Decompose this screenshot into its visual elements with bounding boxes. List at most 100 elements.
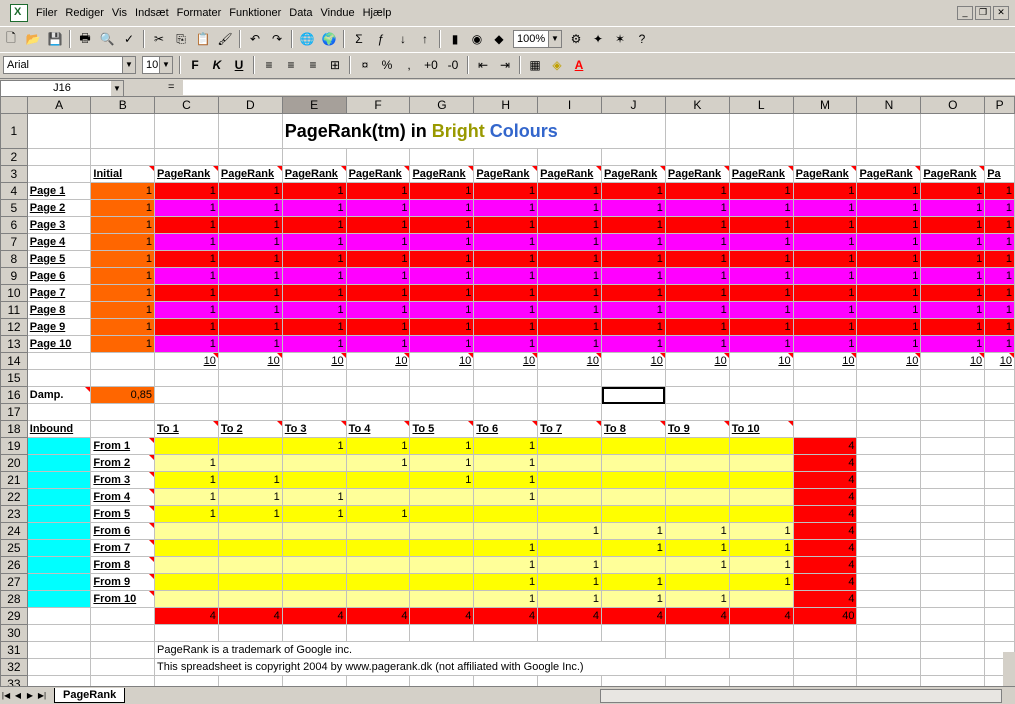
pagerank-value[interactable]: 1 xyxy=(281,318,347,336)
cell-c15[interactable] xyxy=(154,369,219,387)
cell-e16[interactable] xyxy=(281,386,347,404)
link-cell[interactable]: 1 xyxy=(601,522,666,540)
pagerank-value[interactable]: 1 xyxy=(601,199,666,217)
decrease-decimal-icon[interactable]: -0 xyxy=(444,56,462,74)
link-cell[interactable] xyxy=(473,505,539,523)
chevron-down-icon[interactable]: ▼ xyxy=(159,57,172,73)
link-cell[interactable] xyxy=(217,590,283,608)
pagerank-value[interactable]: 1 xyxy=(728,250,794,268)
cell-n26[interactable] xyxy=(856,556,922,574)
column-header-k[interactable]: K xyxy=(664,96,730,114)
pagerank-header[interactable]: PageRank xyxy=(920,165,986,183)
pagerank-header[interactable]: PageRank xyxy=(154,165,219,183)
format-painter-icon[interactable]: 🖌 xyxy=(216,30,234,48)
cell-k2[interactable] xyxy=(664,148,730,166)
pagerank-value[interactable]: 1 xyxy=(409,301,475,319)
row-total[interactable]: 4 xyxy=(792,454,858,472)
cell-o22[interactable] xyxy=(920,488,986,506)
link-cell[interactable] xyxy=(217,454,283,472)
pagerank-value[interactable]: 1 xyxy=(728,318,794,336)
cell-e30[interactable] xyxy=(281,624,347,642)
cell-p17[interactable] xyxy=(984,403,1015,421)
pagerank-value[interactable]: 1 xyxy=(345,284,411,302)
damp-label[interactable]: Damp. xyxy=(26,386,92,404)
column-header-a[interactable]: A xyxy=(26,96,92,114)
link-cell[interactable] xyxy=(154,437,219,455)
cell-n19[interactable] xyxy=(856,437,922,455)
cell-n1[interactable] xyxy=(856,113,922,149)
inbound-cell[interactable] xyxy=(26,505,92,523)
cell-n23[interactable] xyxy=(856,505,922,523)
col-total[interactable]: 4 xyxy=(281,607,347,625)
pagerank-value[interactable]: 1 xyxy=(664,301,730,319)
pagerank-value[interactable]: 1 xyxy=(856,284,922,302)
damp-value[interactable]: 0,85 xyxy=(90,386,156,404)
link-cell[interactable]: 1 xyxy=(281,437,347,455)
link-cell[interactable] xyxy=(728,471,794,489)
cell-j17[interactable] xyxy=(601,403,666,421)
cell-p30[interactable] xyxy=(984,624,1015,642)
pagerank-value[interactable]: 1 xyxy=(154,318,219,336)
restore-icon[interactable]: ❐ xyxy=(975,6,991,20)
cell-o16[interactable] xyxy=(920,386,986,404)
col-total[interactable]: 4 xyxy=(409,607,475,625)
from-label[interactable]: From 7 xyxy=(90,539,156,557)
cell-o26[interactable] xyxy=(920,556,986,574)
cut-icon[interactable]: ✂ xyxy=(150,30,168,48)
link-cell[interactable] xyxy=(409,522,475,540)
link-cell[interactable]: 1 xyxy=(409,471,475,489)
pagerank-value[interactable]: 1 xyxy=(154,182,219,200)
cell-m31[interactable] xyxy=(792,641,858,659)
link-cell[interactable] xyxy=(154,539,219,557)
link-cell[interactable] xyxy=(728,590,794,608)
cell-m17[interactable] xyxy=(792,403,858,421)
link-cell[interactable] xyxy=(664,471,730,489)
link-cell[interactable]: 1 xyxy=(473,454,539,472)
from-label[interactable]: From 4 xyxy=(90,488,156,506)
row-total[interactable]: 4 xyxy=(792,573,858,591)
cell-o15[interactable] xyxy=(920,369,986,387)
cell-p20[interactable] xyxy=(984,454,1015,472)
link-cell[interactable] xyxy=(281,522,347,540)
col-total[interactable]: 4 xyxy=(217,607,283,625)
pagerank-value[interactable]: 1 xyxy=(409,233,475,251)
pagerank-value[interactable]: 1 xyxy=(920,284,986,302)
link-cell[interactable]: 1 xyxy=(728,556,794,574)
link-cell[interactable]: 1 xyxy=(537,522,603,540)
link-cell[interactable] xyxy=(664,454,730,472)
link-cell[interactable]: 1 xyxy=(409,454,475,472)
link-cell[interactable]: 1 xyxy=(473,471,539,489)
row-header-1[interactable]: 1 xyxy=(0,113,28,149)
link-cell[interactable] xyxy=(345,573,411,591)
row-header-24[interactable]: 24 xyxy=(0,522,28,540)
pagerank-value[interactable]: 1 xyxy=(920,335,986,353)
cell-a14[interactable] xyxy=(26,352,92,370)
pagerank-value[interactable]: 1 xyxy=(281,301,347,319)
pagerank-value[interactable]: 1 xyxy=(154,335,219,353)
pagerank-value[interactable]: 1 xyxy=(856,216,922,234)
fill-color-icon[interactable]: ◈ xyxy=(548,56,566,74)
cell-p18[interactable] xyxy=(984,420,1015,438)
pagerank-value[interactable]: 1 xyxy=(409,335,475,353)
page-label[interactable]: Page 8 xyxy=(26,301,92,319)
link-cell[interactable] xyxy=(281,573,347,591)
pagerank-value[interactable]: 1 xyxy=(601,335,666,353)
cell-o29[interactable] xyxy=(920,607,986,625)
pagerank-value[interactable]: 1 xyxy=(281,284,347,302)
cell-i15[interactable] xyxy=(537,369,603,387)
page-label[interactable]: Page 9 xyxy=(26,318,92,336)
pagerank-value[interactable]: 1 xyxy=(601,216,666,234)
link-cell[interactable] xyxy=(537,454,603,472)
open-icon[interactable]: 📂 xyxy=(24,30,42,48)
pagerank-value[interactable]: 1 xyxy=(537,335,603,353)
menu-funktioner[interactable]: Funktioner xyxy=(225,7,285,19)
web-toolbar-icon[interactable]: 🌍 xyxy=(320,30,338,48)
map-icon[interactable]: ◉ xyxy=(468,30,486,48)
italic-icon[interactable]: K xyxy=(208,56,226,74)
cell-b1[interactable] xyxy=(90,113,156,149)
pagerank-value[interactable]: 1 xyxy=(856,267,922,285)
cell-n15[interactable] xyxy=(856,369,922,387)
link-cell[interactable] xyxy=(409,590,475,608)
link-cell[interactable]: 1 xyxy=(728,522,794,540)
row-header-6[interactable]: 6 xyxy=(0,216,28,234)
